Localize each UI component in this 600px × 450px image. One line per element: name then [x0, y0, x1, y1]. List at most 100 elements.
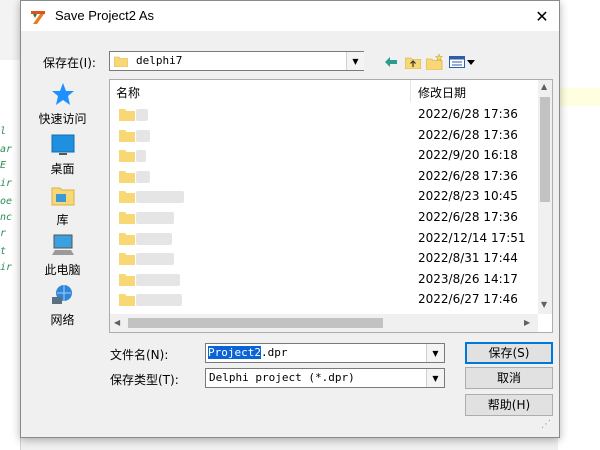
background-code-text: nc [0, 212, 13, 223]
list-item[interactable]: 2022/6/27 17:46 [110, 289, 538, 310]
close-icon: ✕ [535, 6, 549, 26]
column-header-date-label: 修改日期 [418, 86, 467, 100]
modified-date: 2022/6/28 17:36 [418, 168, 518, 183]
list-item[interactable]: 2022/6/28 17:36 [110, 166, 538, 187]
folder-icon [119, 129, 135, 142]
star-icon [52, 83, 74, 105]
list-item[interactable]: 2022/9/20 16:18 [110, 145, 538, 166]
save-as-dialog: Save Project2 As ✕ 保存在(I): delphi7 ▼ 快速访… [20, 0, 560, 438]
list-item[interactable]: 2022/12/14 17:51 [110, 228, 538, 249]
scroll-up-icon[interactable]: ▲ [541, 82, 547, 91]
cancel-button[interactable]: 取消 [465, 367, 553, 389]
file-type-value: Delphi project (*.dpr) [209, 371, 355, 384]
background-highlight-line [559, 88, 600, 106]
place-this-pc[interactable]: 此电脑 [25, 231, 100, 281]
background-code-text: ir [0, 262, 13, 273]
help-button[interactable]: 帮助(H) [465, 394, 553, 416]
redacted-file-name [136, 232, 172, 245]
background-code-text: l [0, 126, 7, 137]
list-item[interactable]: 2022/8/23 10:45 [110, 186, 538, 207]
vertical-scroll-thumb[interactable] [540, 97, 550, 202]
horizontal-scrollbar[interactable]: ◀ ▶ [110, 314, 538, 332]
scroll-left-icon[interactable]: ◀ [114, 318, 120, 327]
redacted-file-name [136, 129, 150, 142]
modified-date: 2022/6/28 17:36 [418, 210, 518, 224]
view-menu-button[interactable] [448, 52, 478, 72]
save-in-value: delphi7 [136, 54, 183, 67]
window-title: Save Project2 As [55, 8, 154, 23]
place-library[interactable]: 库 [25, 181, 100, 231]
back-button[interactable] [381, 52, 401, 72]
file-name-value: Project2.dpr [208, 346, 287, 359]
folder-icon [119, 273, 135, 286]
column-header-name-label: 名称 [116, 86, 141, 100]
view-menu-icon [449, 56, 475, 68]
folder-icon [119, 232, 135, 245]
redacted-file-name [136, 253, 174, 266]
folder-icon [119, 253, 135, 266]
desktop-icon [51, 134, 75, 155]
place-label: 桌面 [50, 162, 75, 176]
background-code-text: ir [0, 178, 13, 189]
delphi-app-icon [31, 11, 45, 24]
file-type-label: 保存类型(T): [110, 373, 179, 387]
redacted-file-name [136, 170, 150, 183]
save-in-label: 保存在(I): [43, 56, 96, 70]
background-code-text: ar [0, 144, 13, 155]
folder-icon [119, 294, 135, 307]
chevron-down-icon[interactable]: ▼ [426, 369, 444, 387]
up-folder-icon [405, 57, 421, 69]
new-folder-button[interactable] [425, 52, 445, 72]
place-network[interactable]: 网络 [25, 281, 100, 333]
vertical-scrollbar[interactable]: ▲ ▼ [538, 80, 552, 314]
background-code-text: t [0, 246, 7, 257]
network-icon [52, 285, 72, 304]
places-bar: 快速访问 桌面 库 此电脑 网络 [25, 79, 100, 341]
save-in-dropdown[interactable]: delphi7 ▼ [109, 51, 364, 71]
folder-icon [119, 109, 135, 121]
list-item[interactable]: 2022/6/28 17:36 [110, 207, 538, 228]
file-name-label: 文件名(N): [110, 348, 169, 362]
sort-up-icon: ^ [254, 79, 262, 87]
modified-date: 2022/6/28 17:36 [418, 127, 518, 142]
file-name-selection: Project2 [208, 346, 261, 359]
up-folder-button[interactable] [403, 52, 423, 72]
background-code-text: oe [0, 196, 13, 207]
file-type-dropdown[interactable]: Delphi project (*.dpr) ▼ [205, 368, 445, 388]
file-name-input[interactable]: Project2.dpr ▼ [205, 343, 445, 363]
place-desktop[interactable]: 桌面 [25, 131, 100, 181]
save-button[interactable]: 保存(S) [465, 342, 553, 364]
list-item[interactable]: 2022/6/28 17:36 [110, 125, 538, 146]
background-code-text: r [0, 228, 7, 239]
resize-grip-icon[interactable]: ⋰ [541, 419, 551, 430]
modified-date: 2022/9/20 16:18 [418, 148, 518, 163]
background-toolbar [0, 0, 20, 60]
library-icon [51, 187, 75, 206]
file-list[interactable]: 名称 ^ 修改日期 2022/6/28 17:36 2022/6/28 17:36… [109, 79, 553, 333]
chevron-down-icon[interactable]: ▼ [426, 344, 444, 362]
list-item[interactable]: 2022/8/31 17:44 [110, 248, 538, 269]
scroll-down-icon[interactable]: ▼ [541, 300, 547, 309]
column-header-name[interactable]: 名称 ^ [110, 80, 411, 102]
place-label: 网络 [50, 313, 75, 327]
horizontal-scroll-thumb[interactable] [128, 318, 383, 328]
modified-date: 2022/6/27 17:46 [418, 292, 518, 307]
background-code-text: E [0, 160, 7, 171]
place-quick-access[interactable]: 快速访问 [25, 79, 100, 129]
computer-icon [52, 234, 74, 255]
scroll-right-icon[interactable]: ▶ [524, 318, 530, 327]
modified-date: 2022/8/23 10:45 [418, 189, 518, 204]
modified-date: 2022/8/31 17:44 [418, 251, 518, 266]
folder-icon [119, 170, 135, 183]
redacted-file-name [136, 212, 174, 224]
new-folder-icon [426, 54, 444, 70]
redacted-file-name [136, 294, 182, 307]
chevron-down-icon[interactable]: ▼ [346, 52, 364, 70]
list-item[interactable]: 2022/6/28 17:36 [110, 104, 538, 125]
redacted-file-name [136, 109, 148, 121]
redacted-file-name [136, 273, 180, 286]
close-button[interactable]: ✕ [525, 1, 559, 31]
list-item[interactable]: 2023/8/26 14:17 [110, 269, 538, 290]
column-header-date[interactable]: 修改日期 [411, 80, 541, 102]
modified-date: 2022/6/28 17:36 [418, 107, 518, 121]
